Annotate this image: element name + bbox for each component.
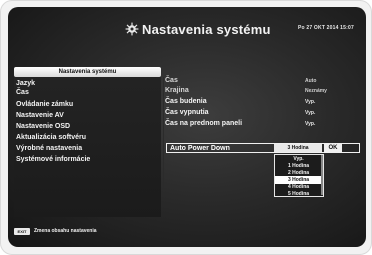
settings-panel: Čas Auto Krajina Neznámy Čas budenia Vyp… bbox=[163, 77, 358, 197]
setting-label: Krajina bbox=[165, 87, 189, 94]
menu-item-nastavenie-osd[interactable]: Nastavenie OSD bbox=[16, 122, 70, 131]
setting-value: Neznámy bbox=[305, 88, 327, 94]
menu-item-aktualizacia-softveru[interactable]: Aktualizácia softvéru bbox=[16, 133, 86, 142]
menu-item-cas[interactable]: Čas bbox=[16, 88, 29, 97]
setting-value: Auto bbox=[305, 78, 317, 84]
header-bar: Nastavenia systému Po 27 OKT 2014 15:07 bbox=[8, 7, 366, 57]
setting-label: Čas budenia bbox=[165, 98, 207, 105]
datetime-label: Po 27 OKT 2014 15:07 bbox=[298, 25, 354, 31]
setting-label: Čas bbox=[165, 77, 178, 84]
left-menu-title-bar: Nastavenia systému bbox=[14, 67, 161, 77]
exit-key-label: EXIT bbox=[17, 229, 27, 234]
setting-row-cas-vypnutia[interactable]: Čas vypnutia Vyp. bbox=[165, 109, 357, 119]
left-menu-title: Nastavenia systému bbox=[58, 69, 117, 75]
setting-row-cas[interactable]: Čas Auto bbox=[165, 77, 357, 87]
dropdown-option[interactable]: 5 Hodina bbox=[275, 190, 322, 198]
menu-item-systemove-informacie[interactable]: Systémové informácie bbox=[16, 155, 90, 164]
footer-hint: EXIT Zmena obsahu nastavenia bbox=[14, 227, 254, 237]
menu-item-vyrobne-nastavenia[interactable]: Výrobné nastavenia bbox=[16, 144, 82, 153]
page-title: Nastavenia systému bbox=[142, 22, 271, 37]
setting-row-cas-budenia[interactable]: Čas budenia Vyp. bbox=[165, 98, 357, 108]
footer-hint-text: Zmena obsahu nastavenia bbox=[34, 228, 97, 234]
exit-key-icon: EXIT bbox=[14, 228, 30, 235]
setting-value: Vyp. bbox=[305, 121, 316, 127]
gear-icon bbox=[125, 22, 139, 36]
menu-item-ovladanie-zamku[interactable]: Ovládanie zámku bbox=[16, 100, 73, 109]
tv-frame: Nastavenia systému Po 27 OKT 2014 15:07 … bbox=[0, 0, 372, 255]
menu-item-nastavenie-av[interactable]: Nastavenie AV bbox=[16, 111, 64, 120]
auto-power-down-label: Auto Power Down bbox=[170, 145, 230, 152]
left-menu-panel: Nastavenia systému Jazyk Čas Ovládanie z… bbox=[14, 67, 161, 217]
ok-button[interactable]: OK bbox=[324, 144, 342, 152]
setting-label: Čas na prednom paneli bbox=[165, 120, 243, 127]
menu-item-jazyk[interactable]: Jazyk bbox=[16, 79, 35, 88]
setting-row-krajina[interactable]: Krajina Neznámy bbox=[165, 87, 357, 97]
auto-power-down-dropdown: Vyp. 1 Hodina 2 Hodina 3 Hodina 4 Hodina… bbox=[274, 154, 324, 197]
setting-row-cas-na-prednom-paneli[interactable]: Čas na prednom paneli Vyp. bbox=[165, 120, 357, 130]
dropdown-scrollbar[interactable] bbox=[321, 155, 323, 195]
auto-power-down-select[interactable]: 3 Hodina bbox=[274, 144, 322, 152]
setting-value: Vyp. bbox=[305, 99, 316, 105]
tv-screen: Nastavenia systému Po 27 OKT 2014 15:07 … bbox=[8, 7, 366, 247]
setting-value: Vyp. bbox=[305, 110, 316, 116]
setting-label: Čas vypnutia bbox=[165, 109, 209, 116]
